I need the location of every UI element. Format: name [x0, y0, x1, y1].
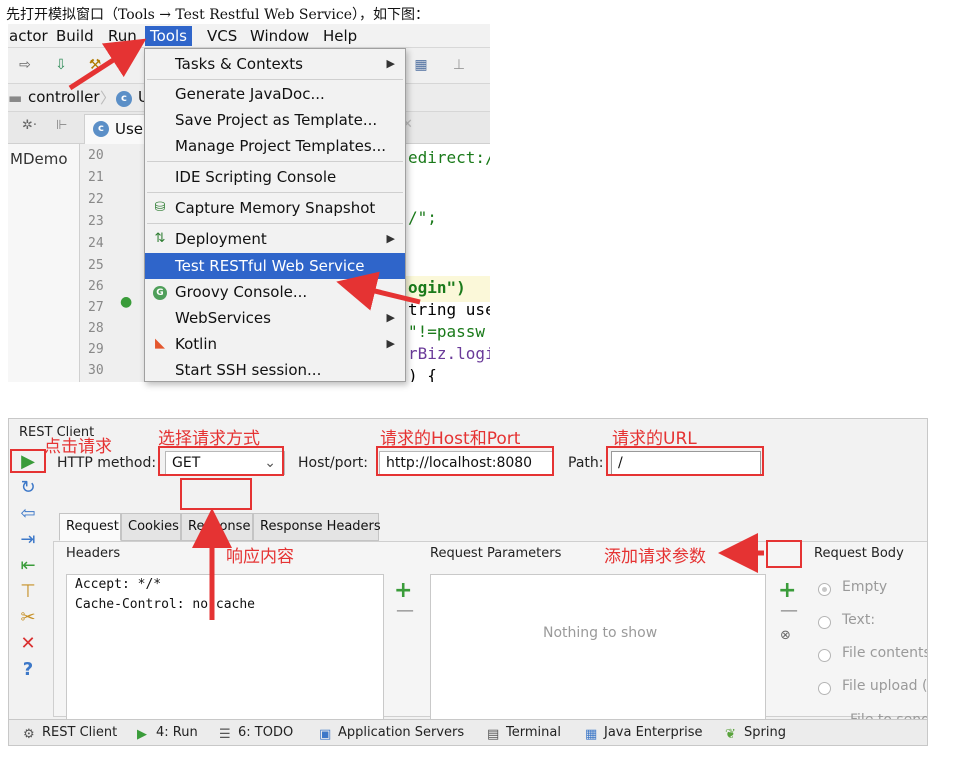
annotation-arrows: [68, 38, 764, 620]
arrow-to-tools-menu: [68, 38, 147, 91]
arrow-to-test-restful: [336, 271, 421, 311]
